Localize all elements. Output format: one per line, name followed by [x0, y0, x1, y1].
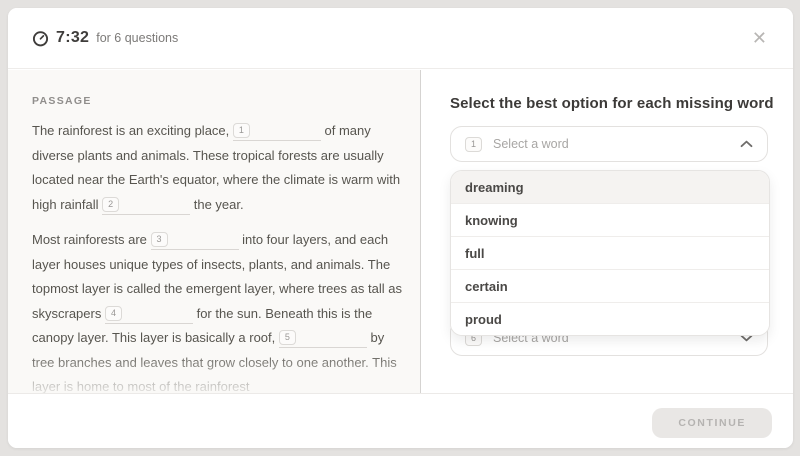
blank-number-badge: 5	[279, 330, 296, 345]
timer-clock-icon	[32, 30, 49, 47]
passage-paragraph: The rainforest is an exciting place, 1 o…	[32, 119, 404, 217]
option-certain[interactable]: certain	[451, 269, 769, 302]
blank-number-badge: 1	[233, 123, 250, 138]
blank-number-badge: 2	[102, 197, 119, 212]
passage-paragraph: Most rainforests are 3 into four layers,…	[32, 228, 404, 394]
option-dreaming[interactable]: dreaming	[451, 171, 769, 203]
passage-label: PASSAGE	[32, 95, 404, 107]
question-heading: Select the best option for each missing …	[450, 95, 774, 112]
dialog-card: 7:32 for 6 questions ✕ PASSAGE The rainf…	[8, 8, 793, 448]
passage-blank-1: 1	[233, 123, 321, 141]
passage-blank-5: 5	[279, 330, 367, 348]
blank-number-badge: 3	[151, 232, 168, 247]
passage-blank-2: 2	[102, 197, 190, 215]
close-button[interactable]: ✕	[752, 29, 767, 47]
chevron-up-icon	[740, 140, 753, 148]
dropdown-number-badge: 1	[465, 137, 482, 152]
option-full[interactable]: full	[451, 236, 769, 269]
passage-panel: PASSAGE The rainforest is an exciting pl…	[8, 70, 421, 394]
dialog-footer: CONTINUE	[8, 393, 793, 448]
dropdown-placeholder: Select a word	[493, 137, 569, 151]
timer-subtitle: for 6 questions	[96, 31, 178, 45]
close-icon: ✕	[752, 28, 767, 48]
option-knowing[interactable]: knowing	[451, 203, 769, 236]
passage-paragraphs: The rainforest is an exciting place, 1 o…	[32, 119, 404, 394]
dialog-header: 7:32 for 6 questions ✕	[8, 8, 793, 69]
question-panel: Select the best option for each missing …	[422, 70, 793, 394]
passage-blank-4: 4	[105, 306, 193, 324]
passage-blank-3: 3	[151, 232, 239, 250]
option-proud[interactable]: proud	[451, 302, 769, 335]
blank-number-badge: 4	[105, 306, 122, 321]
timer-value: 7:32	[56, 29, 89, 47]
options-list: dreamingknowingfullcertainproud	[450, 170, 770, 336]
word-dropdown-1[interactable]: 1 Select a word	[450, 126, 768, 162]
continue-button[interactable]: CONTINUE	[652, 408, 772, 438]
